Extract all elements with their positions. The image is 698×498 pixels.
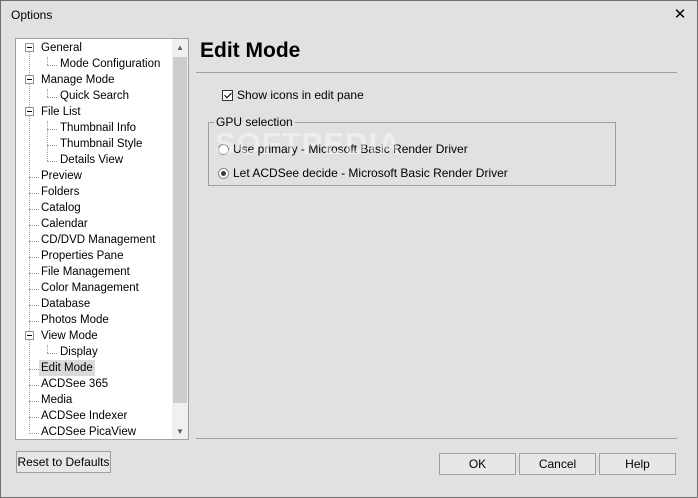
tree-line: [29, 433, 39, 434]
tree-item-quick-search[interactable]: Quick Search: [58, 88, 131, 104]
tree-line: [47, 161, 57, 162]
tree-line: [29, 193, 39, 194]
tree-item-acdsee-indexer[interactable]: ACDSee Indexer: [39, 408, 129, 424]
tree-item-media[interactable]: Media: [39, 392, 74, 408]
tree-item-photos-mode[interactable]: Photos Mode: [39, 312, 111, 328]
tree-item-file-management[interactable]: File Management: [39, 264, 132, 280]
collapse-icon[interactable]: [25, 43, 34, 52]
footer-divider: [196, 438, 677, 439]
tree-line: [47, 121, 48, 161]
radio-acdsee-decide[interactable]: [218, 167, 229, 179]
tree-line: [29, 257, 39, 258]
tree-item-cd-dvd-management[interactable]: CD/DVD Management: [39, 232, 157, 248]
tree-item-color-management[interactable]: Color Management: [39, 280, 141, 296]
collapse-icon[interactable]: [25, 75, 34, 84]
tree-item-thumbnail-style[interactable]: Thumbnail Style: [58, 136, 144, 152]
tree-item-calendar[interactable]: Calendar: [39, 216, 90, 232]
collapse-icon[interactable]: [25, 107, 34, 116]
tree-line: [29, 225, 39, 226]
tree-item-preview[interactable]: Preview: [39, 168, 84, 184]
tree-item-file-list[interactable]: File List: [39, 104, 83, 120]
window-title: Options: [11, 8, 53, 22]
radio-acdsee-decide-label: Let ACDSee decide - Microsoft Basic Rend…: [233, 166, 508, 180]
title-bar: Options ✕: [1, 1, 697, 29]
header-divider: [196, 72, 677, 73]
show-icons-label: Show icons in edit pane: [237, 88, 364, 102]
radio-use-primary-label: Use primary - Microsoft Basic Render Dri…: [233, 142, 468, 156]
tree-line: [29, 369, 39, 370]
tree-line: [29, 385, 39, 386]
scroll-down-icon[interactable]: ▼: [172, 423, 188, 439]
radio-acdsee-decide-row[interactable]: Let ACDSee decide - Microsoft Basic Rend…: [218, 166, 508, 180]
tree-scrollbar[interactable]: ▲ ▼: [172, 39, 188, 439]
tree-line: [29, 177, 39, 178]
tree-item-display[interactable]: Display: [58, 344, 100, 360]
tree-line: [29, 401, 39, 402]
show-icons-checkbox[interactable]: [222, 89, 233, 101]
tree-line: [47, 57, 48, 65]
tree-item-general[interactable]: General: [39, 40, 84, 56]
tree-content: General Mode Configuration Manage Mode Q…: [16, 39, 172, 439]
tree-root-line: [29, 47, 30, 431]
scroll-up-icon[interactable]: ▲: [172, 39, 188, 55]
tree-line: [29, 209, 39, 210]
tree-item-acdsee-picaview[interactable]: ACDSee PicaView: [39, 424, 138, 439]
tree-item-catalog[interactable]: Catalog: [39, 200, 83, 216]
tree-line: [47, 353, 57, 354]
tree-line: [47, 65, 57, 66]
tree-line: [29, 241, 39, 242]
radio-use-primary[interactable]: [218, 143, 229, 155]
cancel-button[interactable]: Cancel: [519, 453, 596, 475]
tree-line: [29, 305, 39, 306]
tree-item-mode-configuration[interactable]: Mode Configuration: [58, 56, 162, 72]
reset-to-defaults-button[interactable]: Reset to Defaults: [16, 451, 111, 473]
tree-item-details-view[interactable]: Details View: [58, 152, 125, 168]
tree-item-manage-mode[interactable]: Manage Mode: [39, 72, 117, 88]
tree-line: [47, 145, 57, 146]
tree-line: [29, 273, 39, 274]
collapse-icon[interactable]: [25, 331, 34, 340]
help-button[interactable]: Help: [599, 453, 676, 475]
tree-item-database[interactable]: Database: [39, 296, 92, 312]
tree-item-edit-mode[interactable]: Edit Mode: [39, 360, 95, 376]
tree-line: [29, 289, 39, 290]
radio-use-primary-row[interactable]: Use primary - Microsoft Basic Render Dri…: [218, 142, 468, 156]
tree-item-properties-pane[interactable]: Properties Pane: [39, 248, 125, 264]
tree-item-acdsee-365[interactable]: ACDSee 365: [39, 376, 110, 392]
tree-line: [47, 89, 48, 97]
tree-line: [47, 345, 48, 353]
tree-item-thumbnail-info[interactable]: Thumbnail Info: [58, 120, 138, 136]
show-icons-checkbox-row[interactable]: Show icons in edit pane: [222, 88, 364, 102]
tree-item-view-mode[interactable]: View Mode: [39, 328, 100, 344]
gpu-selection-label: GPU selection: [214, 115, 295, 129]
tree-line: [47, 129, 57, 130]
scrollbar-thumb[interactable]: [173, 57, 187, 403]
ok-button[interactable]: OK: [439, 453, 516, 475]
close-icon[interactable]: ✕: [671, 5, 689, 23]
page-title: Edit Mode: [200, 39, 301, 62]
options-window: Options ✕ General Mode Configuration Man…: [0, 0, 698, 498]
tree-line: [29, 417, 39, 418]
options-tree: General Mode Configuration Manage Mode Q…: [15, 38, 189, 440]
tree-line: [47, 97, 57, 98]
tree-item-folders[interactable]: Folders: [39, 184, 81, 200]
tree-line: [29, 321, 39, 322]
